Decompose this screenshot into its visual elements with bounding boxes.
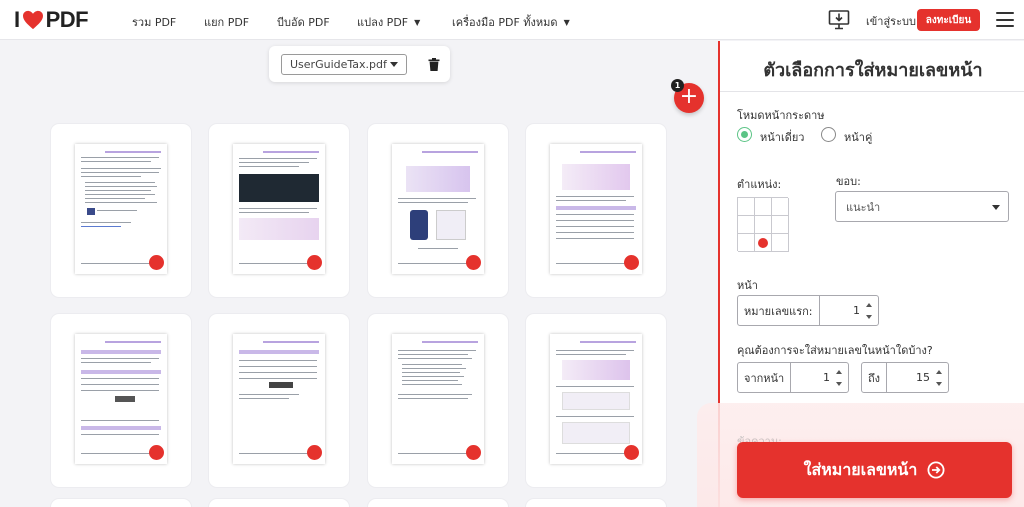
from-page-field[interactable]: จากหน้า 1 — [737, 362, 849, 393]
position-top-right[interactable] — [772, 198, 789, 216]
stepper-arrows-icon[interactable] — [866, 303, 873, 319]
logo-word: PDF — [45, 7, 89, 32]
stepper-arrows-icon[interactable] — [836, 370, 843, 386]
caret-down-icon — [992, 205, 1000, 210]
arrow-circle-right-icon — [927, 461, 945, 479]
nav-compress-pdf[interactable]: บีบอัด PDF — [277, 13, 330, 31]
page-thumbnail[interactable] — [368, 499, 508, 507]
margin-value: แนะนำ — [846, 200, 881, 214]
top-navigation-bar: I PDF รวม PDF แยก PDF บีบอัด PDF แปลง PD… — [0, 0, 1024, 40]
page-thumbnail[interactable] — [526, 124, 666, 297]
file-selector[interactable]: UserGuideTax.pdf — [281, 54, 407, 75]
position-middle-center[interactable] — [755, 216, 772, 234]
logo-letter: I — [14, 7, 20, 32]
hamburger-menu-icon[interactable] — [996, 12, 1014, 27]
file-name: UserGuideTax.pdf — [290, 58, 387, 71]
page-number-marker — [307, 445, 322, 460]
page-number-marker — [149, 255, 164, 270]
login-link[interactable]: เข้าสู่ระบบ — [866, 12, 916, 30]
heart-icon — [22, 10, 43, 30]
caret-down-icon: ▼ — [414, 17, 421, 27]
margin-label: ขอบ: — [836, 175, 861, 188]
page-number-marker — [466, 445, 481, 460]
margin-select[interactable]: แนะนำ — [835, 191, 1009, 222]
position-top-left[interactable] — [738, 198, 755, 216]
page-number-marker — [466, 255, 481, 270]
page-number-marker — [624, 255, 639, 270]
desktop-download-icon[interactable] — [828, 9, 850, 31]
position-bottom-center[interactable] — [755, 234, 772, 252]
cta-label: ใส่หมายเลขหน้า — [803, 459, 918, 479]
to-page-label: ถึง — [862, 363, 888, 392]
from-page-label: จากหน้า — [738, 363, 792, 392]
first-number-field[interactable]: หมายเลขแรก: 1 — [737, 295, 879, 326]
pages-label: หน้า — [737, 279, 758, 292]
panel-title: ตัวเลือกการใส่หมายเลขหน้า — [763, 60, 983, 81]
facing-pages-label[interactable]: หน้าคู่ — [844, 128, 872, 146]
page-mode-label: โหมดหน้ากระดาษ — [737, 109, 825, 122]
page-thumbnail[interactable] — [526, 499, 666, 507]
first-number-label: หมายเลขแรก: — [738, 296, 820, 325]
signup-button[interactable]: ลงทะเบียน — [917, 9, 980, 31]
to-page-input[interactable]: 15 — [887, 363, 948, 392]
page-thumbnail[interactable] — [51, 314, 191, 487]
page-thumbnail[interactable] — [51, 124, 191, 297]
position-grid — [737, 197, 789, 252]
page-number-marker — [624, 445, 639, 460]
page-number-marker — [307, 255, 322, 270]
file-toolbar: UserGuideTax.pdf — [269, 46, 450, 82]
to-page-field[interactable]: ถึง 15 — [861, 362, 949, 393]
position-middle-left[interactable] — [738, 216, 755, 234]
caret-down-icon: ▼ — [563, 17, 570, 27]
ilovepdf-logo[interactable]: I PDF — [14, 7, 89, 33]
position-bottom-left[interactable] — [738, 234, 755, 252]
divider — [720, 91, 1024, 92]
nav-merge-pdf[interactable]: รวม PDF — [132, 13, 176, 31]
position-top-center[interactable] — [755, 198, 772, 216]
add-page-numbers-button[interactable]: ใส่หมายเลขหน้า — [737, 442, 1012, 498]
page-thumbnail[interactable] — [51, 499, 191, 507]
nav-all-pdf-tools[interactable]: เครื่องมือ PDF ทั้งหมด ▼ — [452, 13, 570, 31]
caret-down-icon — [390, 62, 398, 67]
position-bottom-right[interactable] — [772, 234, 789, 252]
stepper-arrows-icon[interactable] — [936, 370, 943, 386]
page-thumbnail[interactable] — [368, 124, 508, 297]
nav-convert-pdf[interactable]: แปลง PDF ▼ — [357, 13, 420, 31]
page-thumbnail[interactable] — [209, 124, 349, 297]
radio-single-page[interactable] — [737, 127, 752, 142]
trash-icon[interactable] — [428, 58, 440, 71]
radio-facing-pages[interactable] — [821, 127, 836, 142]
nav-split-pdf[interactable]: แยก PDF — [204, 13, 249, 31]
from-page-input[interactable]: 1 — [791, 363, 848, 392]
page-thumbnail[interactable] — [209, 499, 349, 507]
single-page-label[interactable]: หน้าเดี่ยว — [760, 128, 804, 146]
first-number-input[interactable]: 1 — [820, 296, 878, 325]
position-label: ตำแหน่ง: — [737, 178, 782, 191]
position-middle-right[interactable] — [772, 216, 789, 234]
page-thumbnail[interactable] — [209, 314, 349, 487]
page-thumbnail[interactable] — [368, 314, 508, 487]
file-count-badge: 1 — [671, 79, 684, 92]
page-range-question: คุณต้องการจะใส่หมายเลขในหน้าใดบ้าง? — [737, 344, 933, 357]
page-number-marker — [149, 445, 164, 460]
page-thumbnail[interactable] — [526, 314, 666, 487]
